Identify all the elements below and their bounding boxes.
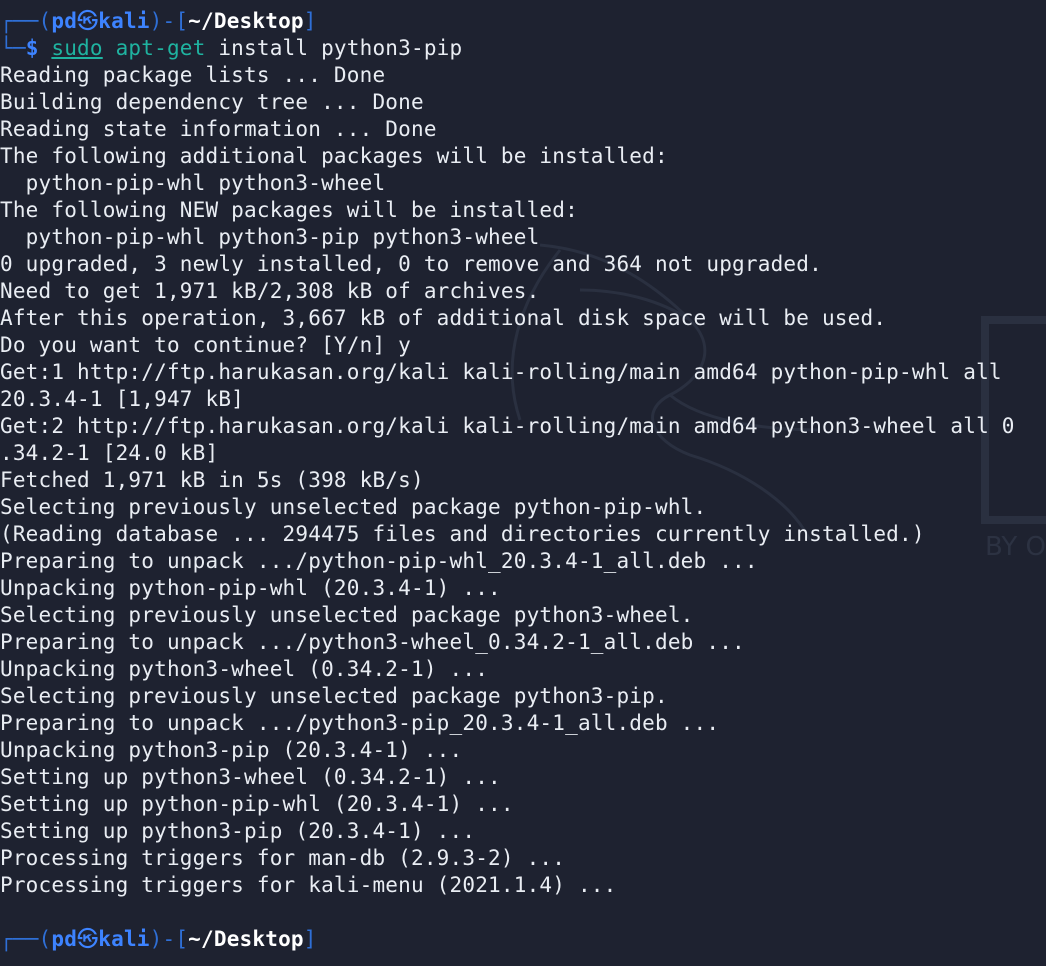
output-line: Preparing to unpack .../python3-wheel_0.… xyxy=(0,630,745,654)
prompt-header-current: ┌──(pd㉿kali)-[~/Desktop] xyxy=(0,927,317,951)
output-line: 20.3.4-1 [1,947 kB] xyxy=(0,387,245,411)
output-line: After this operation, 3,667 kB of additi… xyxy=(0,306,887,330)
output-line: Get:2 http://ftp.harukasan.org/kali kali… xyxy=(0,414,1015,438)
cmd-apt-get: apt-get xyxy=(115,36,206,60)
output-line: Unpacking python-pip-whl (20.3.4-1) ... xyxy=(0,576,501,600)
output-line: .34.2-1 [24.0 kB] xyxy=(0,441,219,465)
output-line: Do you want to continue? [Y/n] y xyxy=(0,333,411,357)
prompt-header: ┌──(pd㉿kali)-[~/Desktop] xyxy=(0,9,317,33)
output-line: Preparing to unpack .../python3-pip_20.3… xyxy=(0,711,720,735)
output-line: Processing triggers for man-db (2.9.3-2)… xyxy=(0,846,566,870)
output-line: Get:1 http://ftp.harukasan.org/kali kali… xyxy=(0,360,1002,384)
prompt-dollar: $ xyxy=(25,36,39,60)
terminal-output: ┌──(pd㉿kali)-[~/Desktop] └─$ sudo apt-ge… xyxy=(0,8,1046,953)
output-line: Processing triggers for kali-menu (2021.… xyxy=(0,873,617,897)
output-line: (Reading database ... 294475 files and d… xyxy=(0,522,925,546)
output-line: The following NEW packages will be insta… xyxy=(0,198,578,222)
prompt-user: pd xyxy=(51,9,78,33)
prompt-host: kali xyxy=(98,927,150,951)
output-line: Unpacking python3-wheel (0.34.2-1) ... xyxy=(0,657,489,681)
output-line: Setting up python3-pip (20.3.4-1) ... xyxy=(0,819,476,843)
output-line: 0 upgraded, 3 newly installed, 0 to remo… xyxy=(0,252,822,276)
cmd-args: install python3-pip xyxy=(205,36,463,60)
output-line: Reading state information ... Done xyxy=(0,117,437,141)
prompt-dir: ~/Desktop xyxy=(188,927,304,951)
command-line: └─$ sudo apt-get install python3-pip xyxy=(0,36,463,60)
prompt-user: pd xyxy=(51,927,78,951)
prompt-host: kali xyxy=(98,9,150,33)
output-line: Fetched 1,971 kB in 5s (398 kB/s) xyxy=(0,468,424,492)
output-line: Unpacking python3-pip (20.3.4-1) ... xyxy=(0,738,463,762)
output-line: Selecting previously unselected package … xyxy=(0,603,694,627)
output-line: Setting up python-pip-whl (20.3.4-1) ... xyxy=(0,792,514,816)
output-line: python-pip-whl python3-pip python3-wheel xyxy=(0,225,540,249)
output-line: Selecting previously unselected package … xyxy=(0,684,668,708)
output-line: Setting up python3-wheel (0.34.2-1) ... xyxy=(0,765,501,789)
output-line: The following additional packages will b… xyxy=(0,144,668,168)
skull-icon: ㉿ xyxy=(77,9,99,33)
output-line: Preparing to unpack .../python-pip-whl_2… xyxy=(0,549,758,573)
output-line: python-pip-whl python3-wheel xyxy=(0,171,386,195)
output-line: Need to get 1,971 kB/2,308 kB of archive… xyxy=(0,279,540,303)
output-line: Selecting previously unselected package … xyxy=(0,495,707,519)
prompt-dir: ~/Desktop xyxy=(188,9,304,33)
cmd-sudo: sudo xyxy=(51,36,103,60)
output-block: Reading package lists ... Done Building … xyxy=(0,62,1046,899)
skull-icon: ㉿ xyxy=(77,927,99,951)
output-line: Reading package lists ... Done xyxy=(0,63,386,87)
output-line: Building dependency tree ... Done xyxy=(0,90,424,114)
